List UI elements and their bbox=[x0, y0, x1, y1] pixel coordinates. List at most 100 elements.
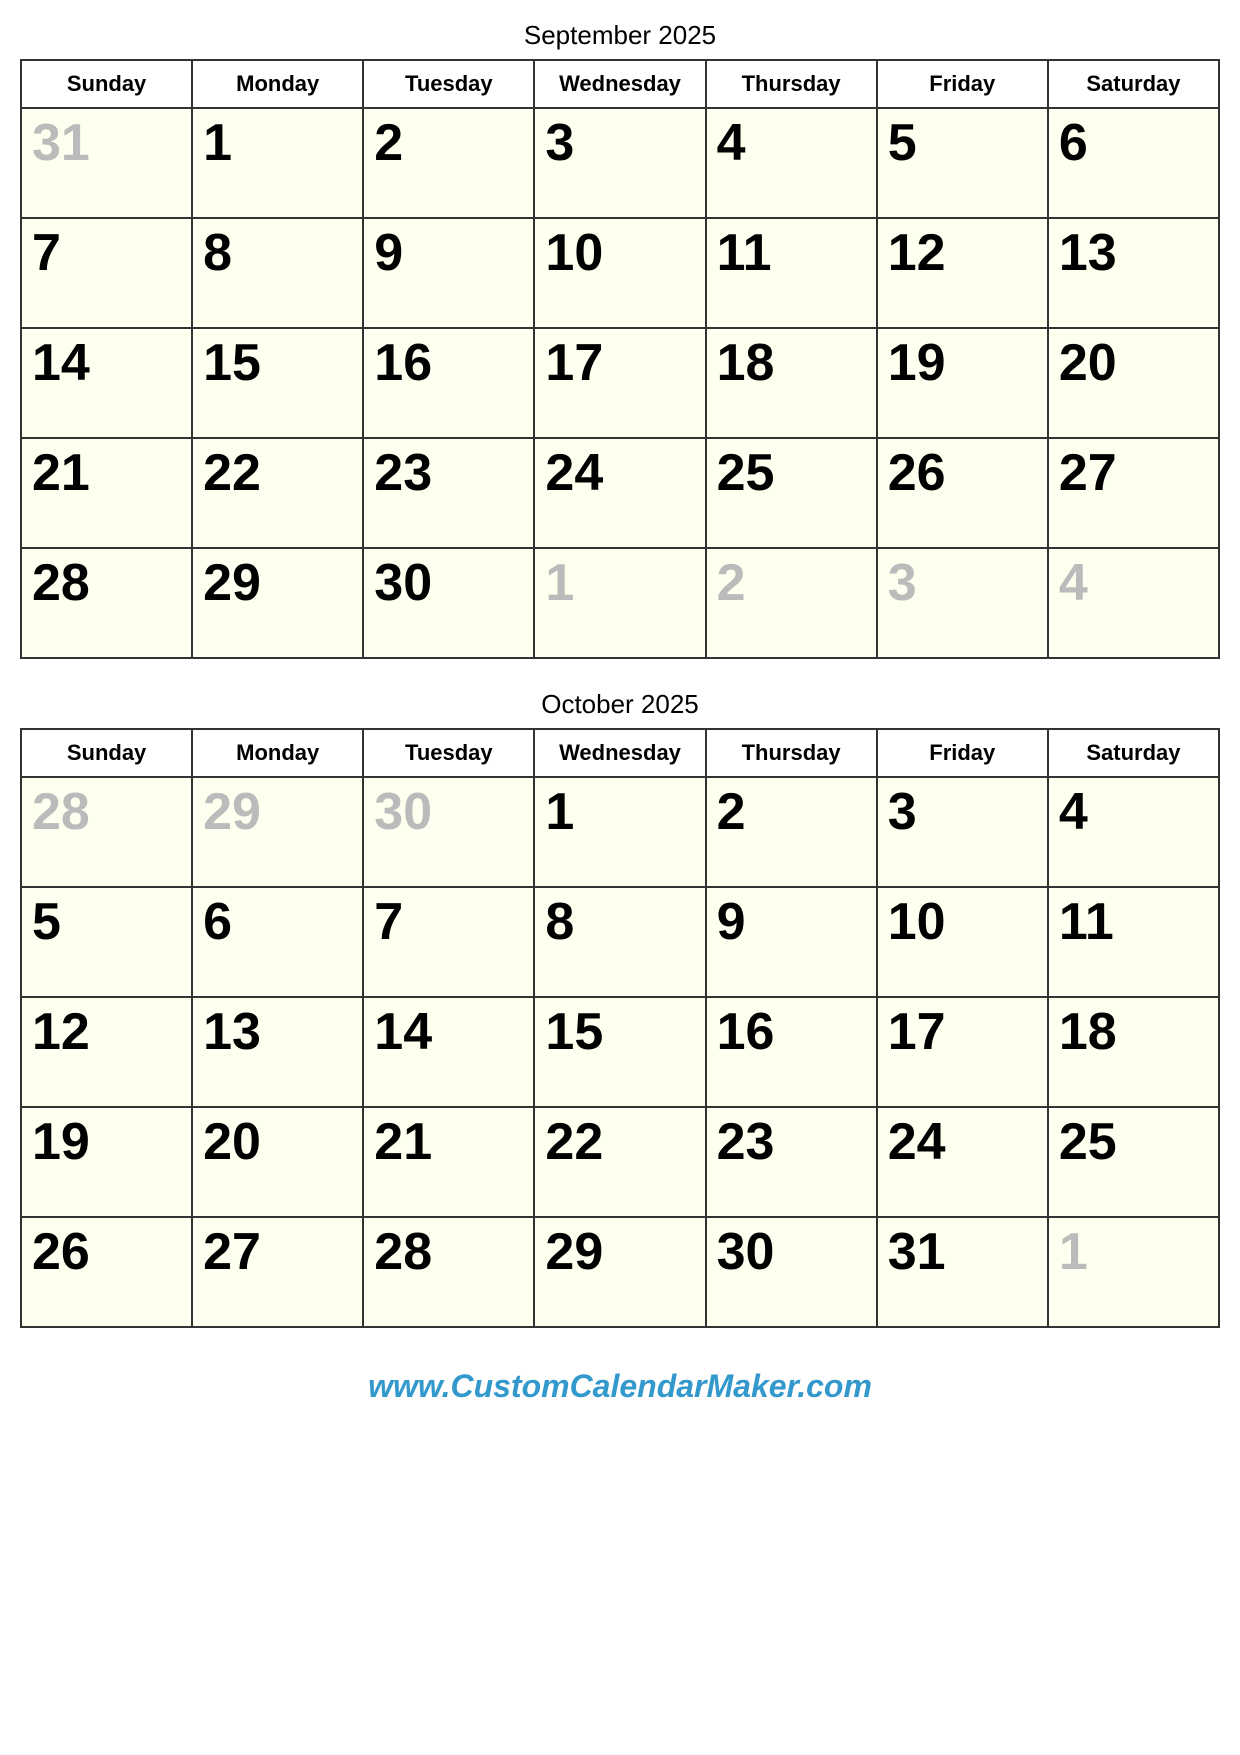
list-item: 16 bbox=[363, 328, 534, 438]
day-number: 26 bbox=[888, 444, 946, 502]
day-number: 22 bbox=[203, 444, 261, 502]
day-number: 1 bbox=[545, 554, 574, 612]
day-number: 26 bbox=[32, 1223, 90, 1281]
list-item: 27 bbox=[1048, 438, 1219, 548]
table-row: 19202122232425 bbox=[21, 1107, 1219, 1217]
list-item: 16 bbox=[706, 997, 877, 1107]
list-item: 31 bbox=[877, 1217, 1048, 1327]
list-item: 1 bbox=[1048, 1217, 1219, 1327]
list-item: 2 bbox=[363, 108, 534, 218]
day-number: 27 bbox=[1059, 444, 1117, 502]
day-number: 7 bbox=[32, 224, 61, 282]
list-item: 26 bbox=[877, 438, 1048, 548]
day-number: 7 bbox=[374, 893, 403, 951]
list-item: 30 bbox=[363, 777, 534, 887]
september-header-row: Sunday Monday Tuesday Wednesday Thursday… bbox=[21, 60, 1219, 108]
list-item: 7 bbox=[21, 218, 192, 328]
day-number: 11 bbox=[1059, 893, 1114, 951]
day-number: 24 bbox=[888, 1113, 946, 1171]
list-item: 14 bbox=[363, 997, 534, 1107]
oct-header-wednesday: Wednesday bbox=[534, 729, 705, 777]
day-number: 8 bbox=[545, 893, 574, 951]
sep-header-sunday: Sunday bbox=[21, 60, 192, 108]
day-number: 10 bbox=[888, 893, 946, 951]
day-number: 18 bbox=[717, 334, 775, 392]
table-row: 26 27 28 29 3031 1 bbox=[21, 1217, 1219, 1327]
list-item: 22 bbox=[192, 438, 363, 548]
list-item: 9 bbox=[706, 887, 877, 997]
day-number: 1 bbox=[203, 114, 232, 172]
list-item: 24 bbox=[534, 438, 705, 548]
table-row: 2829301234 bbox=[21, 548, 1219, 658]
oct-header-friday: Friday bbox=[877, 729, 1048, 777]
day-number: 13 bbox=[203, 1003, 261, 1061]
day-number: 16 bbox=[374, 334, 432, 392]
list-item: 15 bbox=[534, 997, 705, 1107]
list-item: 29 bbox=[192, 777, 363, 887]
list-item: 2 bbox=[706, 777, 877, 887]
day-number: 17 bbox=[545, 334, 603, 392]
oct-header-thursday: Thursday bbox=[706, 729, 877, 777]
list-item: 30 bbox=[363, 548, 534, 658]
list-item: 28 bbox=[21, 777, 192, 887]
day-number: 21 bbox=[374, 1113, 432, 1171]
table-row: 21222324252627 bbox=[21, 438, 1219, 548]
oct-header-sunday: Sunday bbox=[21, 729, 192, 777]
day-number: 16 bbox=[717, 1003, 775, 1061]
list-item: 6 bbox=[1048, 108, 1219, 218]
day-number: 21 bbox=[32, 444, 90, 502]
list-item: 9 bbox=[363, 218, 534, 328]
day-number: 23 bbox=[717, 1113, 775, 1171]
day-number: 31 bbox=[32, 114, 90, 172]
list-item: 1 bbox=[534, 777, 705, 887]
sep-header-thursday: Thursday bbox=[706, 60, 877, 108]
list-item: 25 bbox=[1048, 1107, 1219, 1217]
day-number: 2 bbox=[717, 554, 746, 612]
day-number: 1 bbox=[545, 783, 574, 841]
october-header-row: Sunday Monday Tuesday Wednesday Thursday… bbox=[21, 729, 1219, 777]
day-number: 29 bbox=[203, 783, 261, 841]
oct-header-saturday: Saturday bbox=[1048, 729, 1219, 777]
october-calendar: October 2025 Sunday Monday Tuesday Wedne… bbox=[20, 689, 1220, 1328]
website-footer: www.CustomCalendarMaker.com bbox=[368, 1368, 872, 1405]
october-title: October 2025 bbox=[20, 689, 1220, 720]
list-item: 4 bbox=[1048, 548, 1219, 658]
list-item: 31 bbox=[21, 108, 192, 218]
list-item: 27 bbox=[192, 1217, 363, 1327]
list-item: 23 bbox=[706, 1107, 877, 1217]
list-item: 19 bbox=[21, 1107, 192, 1217]
list-item: 18 bbox=[706, 328, 877, 438]
list-item: 10 bbox=[877, 887, 1048, 997]
oct-header-tuesday: Tuesday bbox=[363, 729, 534, 777]
day-number: 27 bbox=[203, 1223, 261, 1281]
day-number: 8 bbox=[203, 224, 232, 282]
list-item: 3 bbox=[877, 548, 1048, 658]
list-item: 30 bbox=[706, 1217, 877, 1327]
list-item: 8 bbox=[192, 218, 363, 328]
list-item: 14 bbox=[21, 328, 192, 438]
day-number: 25 bbox=[717, 444, 775, 502]
list-item: 11 bbox=[706, 218, 877, 328]
list-item: 13 bbox=[192, 997, 363, 1107]
list-item: 15 bbox=[192, 328, 363, 438]
list-item: 20 bbox=[1048, 328, 1219, 438]
september-grid: Sunday Monday Tuesday Wednesday Thursday… bbox=[20, 59, 1220, 659]
day-number: 24 bbox=[545, 444, 603, 502]
september-calendar: September 2025 Sunday Monday Tuesday Wed… bbox=[20, 20, 1220, 659]
list-item: 17 bbox=[534, 328, 705, 438]
day-number: 29 bbox=[545, 1223, 603, 1281]
list-item: 17 bbox=[877, 997, 1048, 1107]
list-item: 10 bbox=[534, 218, 705, 328]
list-item: 7 bbox=[363, 887, 534, 997]
day-number: 9 bbox=[717, 893, 746, 951]
day-number: 12 bbox=[32, 1003, 90, 1061]
day-number: 4 bbox=[717, 114, 746, 172]
day-number: 5 bbox=[888, 114, 917, 172]
day-number: 28 bbox=[374, 1223, 432, 1281]
list-item: 4 bbox=[706, 108, 877, 218]
day-number: 20 bbox=[203, 1113, 261, 1171]
list-item: 12 bbox=[21, 997, 192, 1107]
day-number: 12 bbox=[888, 224, 946, 282]
day-number: 31 bbox=[888, 1223, 946, 1281]
day-number: 28 bbox=[32, 783, 90, 841]
